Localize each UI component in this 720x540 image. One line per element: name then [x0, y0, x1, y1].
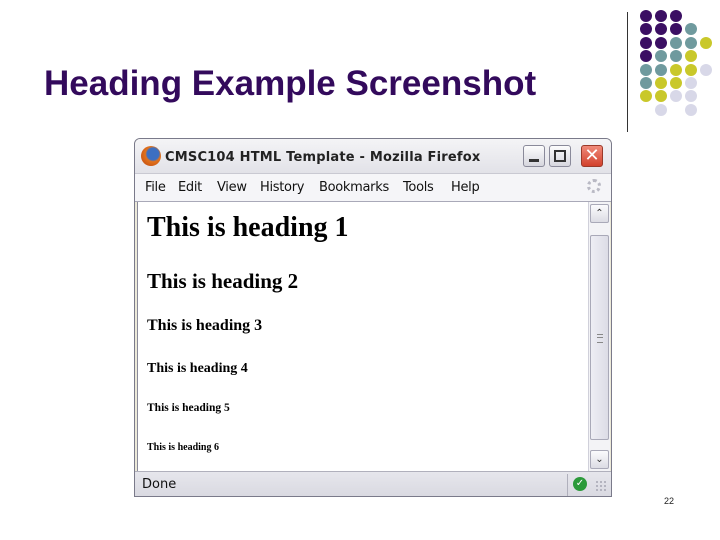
- minimize-icon: [529, 159, 539, 162]
- divider-line: [627, 12, 628, 132]
- decorative-dot: [640, 63, 652, 76]
- decorative-dot: [655, 103, 667, 116]
- heading-5: This is heading 5: [147, 402, 230, 414]
- scroll-up-button[interactable]: ⌃: [590, 204, 609, 223]
- decorative-dot: [685, 103, 697, 116]
- status-separator: [567, 474, 568, 496]
- menu-bar: File Edit View History Bookmarks Tools H…: [135, 174, 611, 202]
- decorative-dot: [655, 10, 667, 22]
- decorative-dot: [670, 36, 682, 49]
- decorative-dot: [685, 90, 697, 103]
- menu-view[interactable]: View: [217, 180, 247, 195]
- decorative-dot: [685, 50, 697, 63]
- window-title: CMSC104 HTML Template - Mozilla Firefox: [165, 150, 481, 165]
- decorative-dot: [640, 36, 652, 49]
- decorative-dot: [700, 36, 712, 49]
- menu-help[interactable]: Help: [451, 180, 480, 195]
- decorative-dot: [670, 23, 682, 36]
- menu-bookmarks[interactable]: Bookmarks: [319, 180, 389, 195]
- decorative-dot: [670, 50, 682, 63]
- chevron-up-icon: ⌃: [595, 208, 604, 219]
- slide-title: Heading Example Screenshot: [44, 64, 537, 103]
- decorative-dot: [685, 63, 697, 76]
- decorative-dot: [655, 50, 667, 63]
- scrollbar-thumb[interactable]: [590, 235, 609, 440]
- decorative-dot: [655, 77, 667, 89]
- decorative-dot: [700, 63, 712, 76]
- resize-grip-icon[interactable]: [595, 480, 607, 492]
- minimize-button[interactable]: [523, 145, 545, 167]
- grip-icon: [597, 334, 603, 343]
- menu-file[interactable]: File: [145, 180, 166, 195]
- decorative-dot: [655, 90, 667, 103]
- decorative-dot: [655, 36, 667, 49]
- decorative-dot: [640, 77, 652, 89]
- page-number: 22: [664, 496, 675, 506]
- status-text: Done: [142, 477, 177, 492]
- heading-2: This is heading 2: [147, 269, 299, 293]
- status-bar: Done ✓: [135, 471, 611, 496]
- page-content: This is heading 1 This is heading 2 This…: [137, 202, 590, 471]
- vertical-scrollbar[interactable]: ⌃ ⌄: [588, 202, 610, 471]
- firefox-icon: [141, 146, 161, 166]
- decorative-dot: [640, 23, 652, 36]
- decorative-dot: [670, 77, 682, 89]
- chevron-down-icon: ⌄: [595, 454, 604, 465]
- decorative-dot: [670, 90, 682, 103]
- title-bar[interactable]: CMSC104 HTML Template - Mozilla Firefox …: [135, 139, 611, 174]
- heading-4: This is heading 4: [147, 361, 248, 376]
- menu-tools[interactable]: Tools: [403, 180, 434, 195]
- decorative-dot: [640, 90, 652, 103]
- maximize-icon: [554, 150, 566, 162]
- decorative-dot: [640, 10, 652, 22]
- close-icon: ✕: [584, 145, 600, 166]
- decorative-dot: [670, 63, 682, 76]
- heading-1: This is heading 1: [147, 212, 349, 243]
- decorative-dot: [655, 23, 667, 36]
- decorative-dot: [655, 63, 667, 76]
- scroll-down-button[interactable]: ⌄: [590, 450, 609, 469]
- check-circle-icon: ✓: [573, 477, 587, 491]
- decorative-dot: [685, 23, 697, 36]
- close-button[interactable]: ✕: [581, 145, 603, 167]
- menu-history[interactable]: History: [260, 180, 304, 195]
- decorative-dot: [640, 50, 652, 63]
- menu-edit[interactable]: Edit: [178, 180, 202, 195]
- heading-6: This is heading 6: [147, 442, 219, 453]
- decorative-dot: [670, 10, 682, 22]
- decorative-dot: [685, 36, 697, 49]
- browser-window: CMSC104 HTML Template - Mozilla Firefox …: [134, 138, 612, 497]
- decorative-dot: [685, 77, 697, 89]
- maximize-button[interactable]: [549, 145, 571, 167]
- throbber-icon: [587, 179, 601, 193]
- heading-3: This is heading 3: [147, 317, 263, 334]
